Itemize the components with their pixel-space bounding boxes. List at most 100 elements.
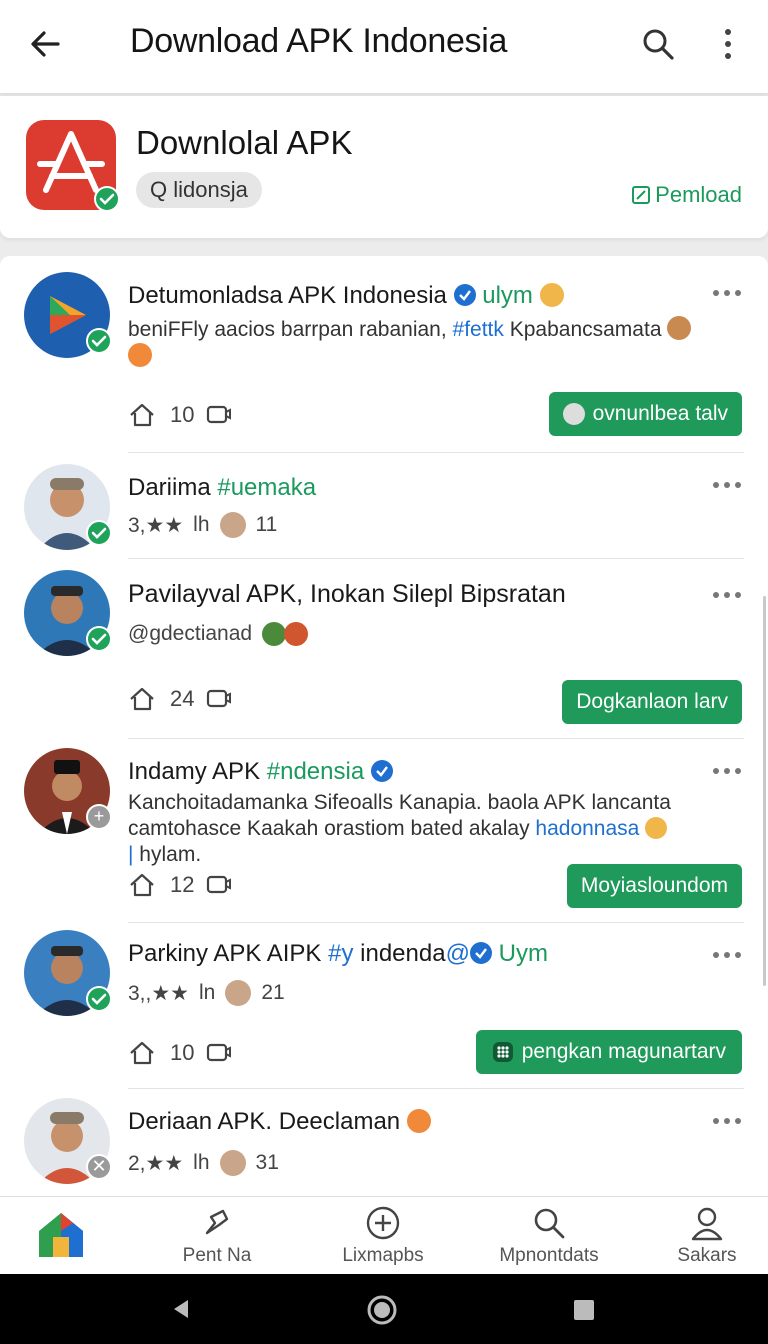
post-item[interactable]: ✕ Deriaan APK. Deeclaman 2,★★ lh 31 [0, 1088, 768, 1196]
post-handle: @gdectianad [128, 622, 309, 646]
system-nav-bar [0, 1274, 768, 1344]
post-author[interactable]: Dariima #uemaka [128, 474, 316, 502]
nav-sakars[interactable]: Sakars [632, 1205, 768, 1267]
more-horiz-icon[interactable] [712, 1116, 742, 1126]
post-author[interactable]: Pavilayval APK, Inokan Silepl Bipsratan [128, 580, 566, 609]
download-button[interactable]: Moyiasloundom [566, 864, 742, 908]
system-back-icon[interactable] [170, 1298, 192, 1320]
post-item[interactable]: Parkiny APK AIPK #y indenda@ Uym 3,,★★ l… [0, 922, 768, 1089]
more-horiz-icon[interactable] [712, 590, 742, 600]
post-author[interactable]: Deriaan APK. Deeclaman [128, 1108, 431, 1136]
download-button[interactable]: ovnunlbea talv [548, 392, 742, 436]
author-tag: ulym [482, 282, 533, 309]
app-logo [26, 120, 120, 212]
post-meta: 3,,★★ ln 21 [128, 980, 285, 1006]
pemload-link[interactable]: Pemload [631, 182, 742, 208]
download-button-label: ovnunlbea talv [592, 402, 728, 425]
like-icon[interactable] [128, 686, 158, 712]
nav-lixmapbs[interactable]: Lixmapbs [308, 1205, 458, 1267]
search-icon[interactable] [640, 26, 676, 62]
post-author[interactable]: Parkiny APK AIPK #y indenda@ Uym [128, 940, 548, 968]
nav-label: Lixmapbs [342, 1245, 424, 1266]
emoji-icon [539, 283, 564, 307]
grid-app-icon [492, 1042, 513, 1062]
more-horiz-icon[interactable] [712, 480, 742, 490]
post-text-part: | [128, 843, 140, 866]
home-app-icon [39, 1213, 83, 1257]
nav-label: Pent Na [182, 1245, 252, 1266]
emoji-icon [406, 1109, 431, 1133]
post-item[interactable]: Dariima #uemaka 3,★★ lh 11 [0, 452, 768, 559]
search-icon [534, 1208, 565, 1239]
meta-count: 31 [255, 1151, 279, 1174]
author-name: Deriaan APK. Deeclaman [128, 1108, 401, 1135]
pin-icon [205, 1209, 229, 1235]
post-author[interactable]: Indamy APK #ndensia [128, 758, 393, 786]
like-icon[interactable] [128, 1040, 158, 1066]
author-name: Parkiny APK AIPK [128, 940, 322, 967]
comment-icon[interactable] [206, 874, 232, 896]
nav-home[interactable] [0, 1207, 136, 1265]
post-item[interactable]: + Indamy APK #ndensia Kanchoitadamanka S… [0, 738, 768, 923]
back-arrow-icon[interactable] [26, 24, 66, 64]
hashtag-link[interactable]: hadonnasa [535, 817, 639, 840]
avatar: ✕ [24, 1098, 112, 1184]
mini-avatar [219, 1150, 246, 1176]
verified-badge-icon [469, 942, 492, 964]
comment-icon[interactable] [206, 404, 232, 426]
handle-text: @gdectianad [128, 622, 253, 645]
download-button[interactable]: Dogkanlaon larv [562, 680, 742, 724]
nav-label: Mpnontdats [499, 1245, 599, 1266]
like-count: 24 [170, 686, 195, 711]
more-horiz-icon[interactable] [712, 288, 742, 298]
verified-check-icon [86, 986, 112, 1012]
post-meta: 3,★★ lh 11 [128, 512, 277, 538]
verified-check-icon [86, 328, 112, 354]
app-name: Downlolal APK [136, 124, 353, 161]
avatar: + [24, 748, 112, 834]
emoji-icon [128, 343, 152, 367]
more-horiz-icon[interactable] [712, 950, 742, 960]
more-vert-icon[interactable] [714, 26, 742, 62]
add-plus-icon[interactable]: ✕ [86, 1154, 112, 1180]
bottom-nav: Pent Na Lixmapbs Mpnontdats Sakars [0, 1196, 768, 1274]
page-title: Download APK Indonesia [130, 22, 508, 60]
verified-check-icon [86, 626, 112, 652]
like-count: 10 [170, 1040, 195, 1065]
add-circle-icon [366, 1206, 400, 1240]
post-actions: 12 [128, 872, 232, 898]
post-actions: 10 [128, 402, 232, 428]
verified-badge-icon [370, 760, 393, 782]
author-tag: @ [445, 940, 470, 967]
emoji-icon [284, 622, 309, 646]
post-author[interactable]: Detumonladsa APK Indonesia ulym [128, 282, 564, 310]
comment-icon[interactable] [206, 1042, 232, 1064]
author-tag: Uym [498, 940, 548, 967]
post-item[interactable]: Pavilayval APK, Inokan Silepl Bipsratan … [0, 558, 768, 739]
like-icon[interactable] [128, 872, 158, 898]
author-tag: #uemaka [217, 474, 317, 501]
hashtag-link[interactable]: #fettk [453, 318, 504, 341]
search-chip[interactable]: Q lidonsja [136, 172, 262, 208]
verified-badge-icon [453, 284, 476, 306]
scrollbar[interactable] [763, 596, 766, 986]
mini-avatar [225, 980, 252, 1006]
add-plus-icon[interactable]: + [86, 804, 112, 830]
author-name-rest: indenda [360, 940, 446, 967]
comment-icon[interactable] [206, 688, 232, 710]
download-button[interactable]: pengkan magunartarv [475, 1030, 742, 1074]
like-icon[interactable] [128, 402, 158, 428]
nav-pent-na[interactable]: Pent Na [142, 1205, 292, 1267]
system-recents-icon[interactable] [572, 1298, 596, 1322]
system-home-icon[interactable] [366, 1294, 398, 1326]
nav-mpnontdats[interactable]: Mpnontdats [474, 1205, 624, 1267]
post-item[interactable]: Detumonladsa APK Indonesia ulym beniFFly… [0, 256, 768, 453]
post-text-part: camtohasce Kaakah orastiom bated akalay [128, 817, 536, 840]
author-name: Dariima [128, 474, 211, 501]
more-horiz-icon[interactable] [712, 766, 742, 776]
like-count: 10 [170, 402, 195, 427]
rating: 3,,★★ [128, 981, 190, 1005]
post-actions: 10 [128, 1040, 232, 1066]
app-bar: Download APK Indonesia [0, 0, 768, 94]
emoji-icon [667, 316, 692, 340]
